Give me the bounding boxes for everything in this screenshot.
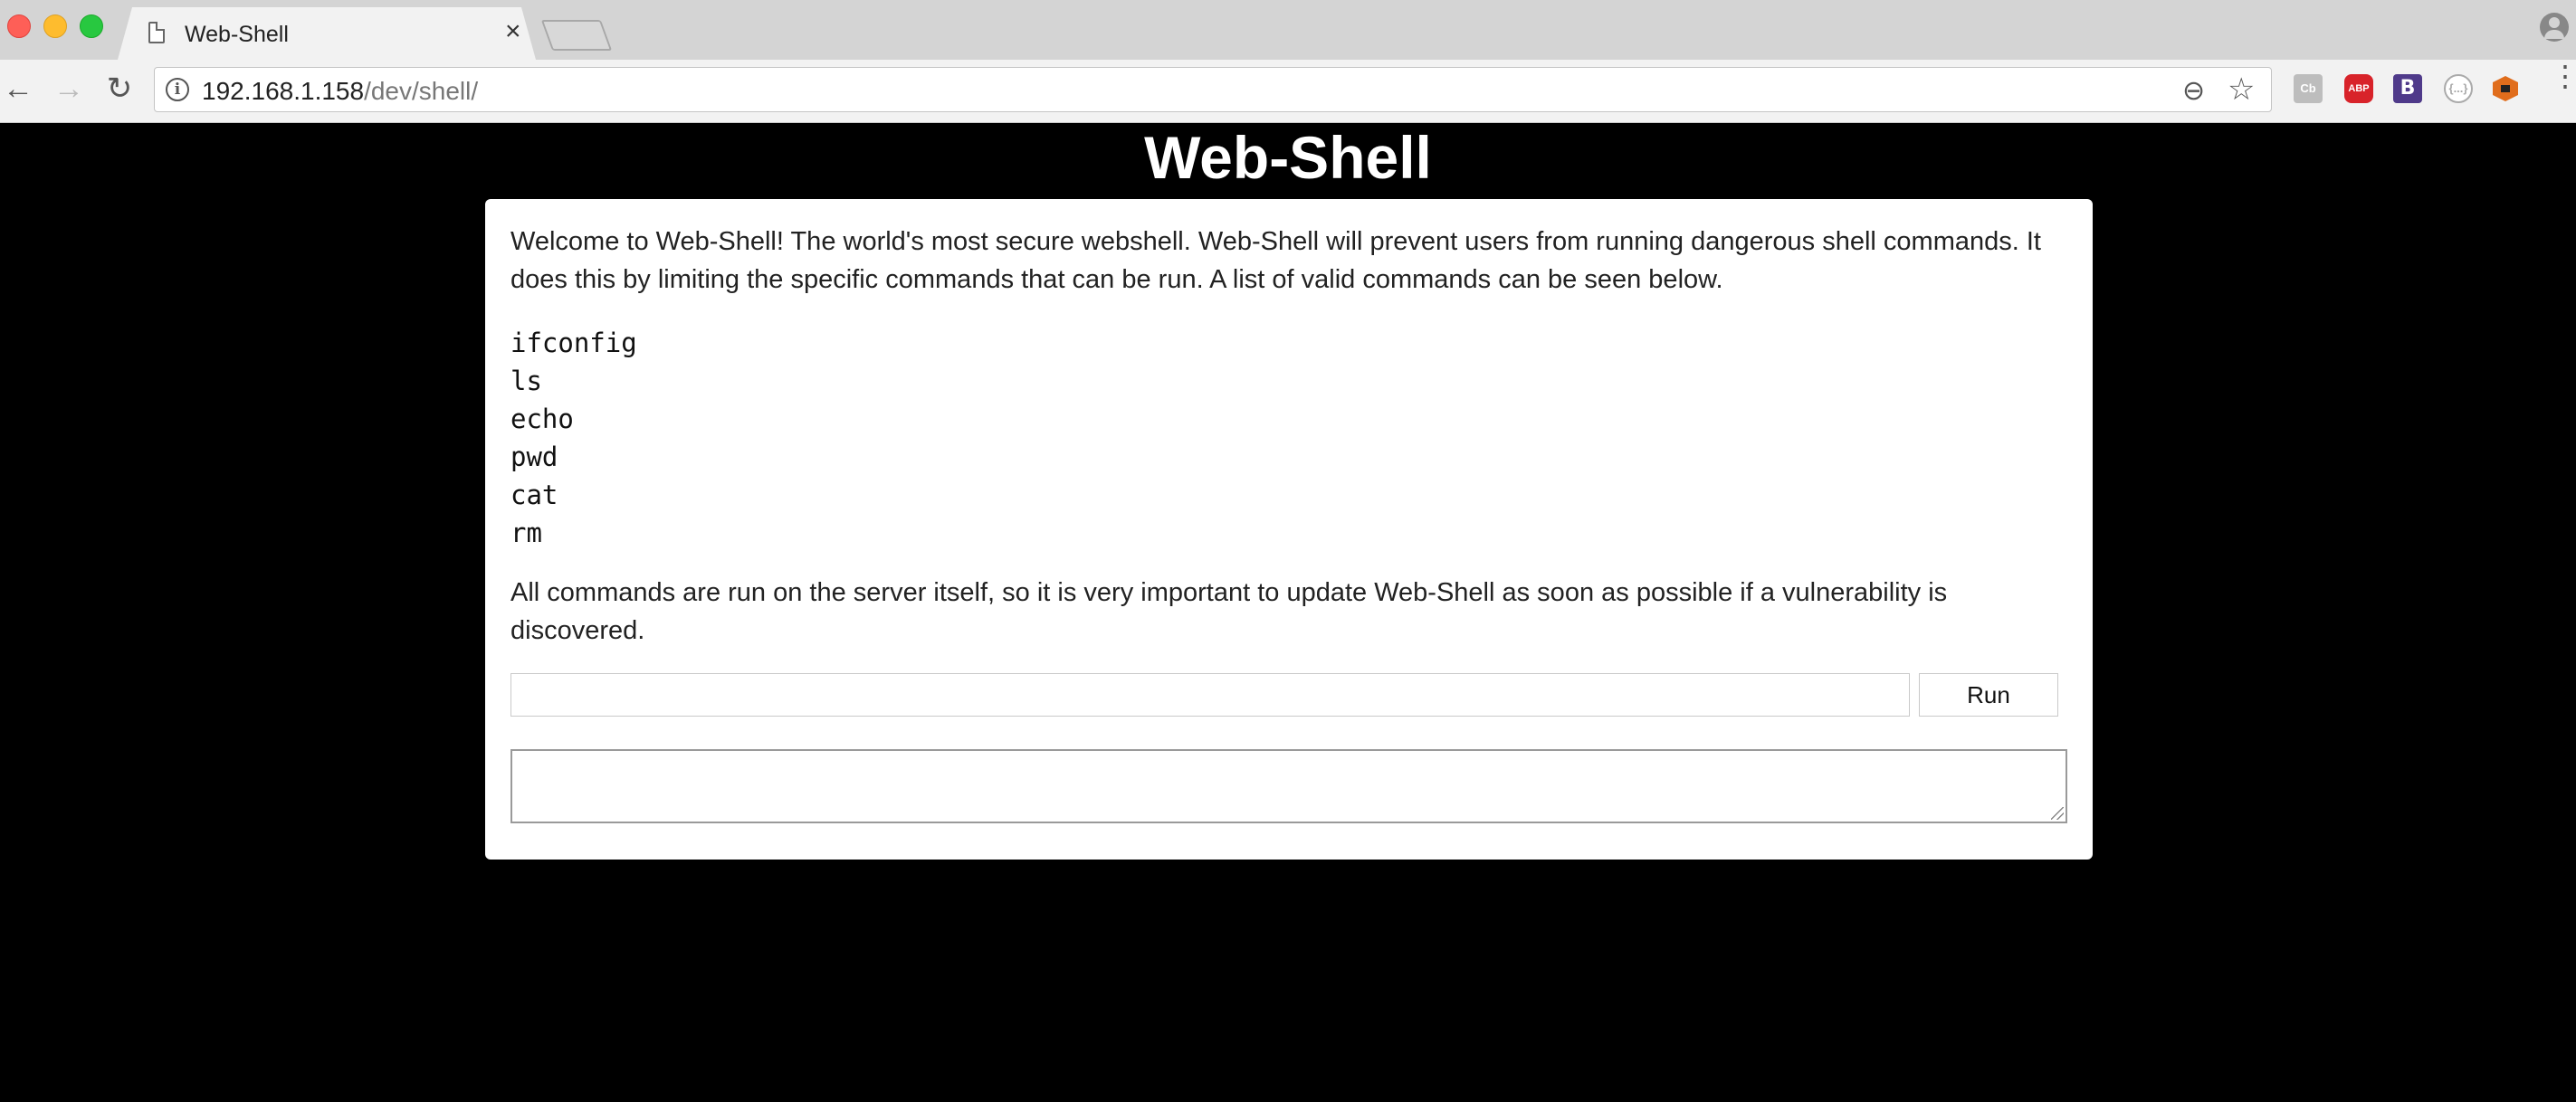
forward-arrow-icon[interactable]: →	[51, 71, 87, 107]
browser-toolbar: ← → ↻ i 192.168.1.158/dev/shell/ ⊖ ☆ Cb …	[0, 60, 2576, 123]
maximize-window-button[interactable]	[80, 14, 103, 38]
new-tab-button[interactable]	[540, 20, 613, 51]
intro-text: Welcome to Web-Shell! The world's most s…	[510, 227, 2041, 294]
command-item: rm	[510, 518, 542, 548]
profile-icon[interactable]	[2540, 13, 2569, 42]
address-bar[interactable]: i 192.168.1.158/dev/shell/ ⊖ ☆	[154, 67, 2272, 112]
command-item: pwd	[510, 442, 558, 472]
minimize-window-button[interactable]	[43, 14, 67, 38]
run-button[interactable]: Run	[1919, 673, 2058, 717]
bookmark-star-icon[interactable]: ☆	[2228, 71, 2255, 108]
page-title: Web-Shell	[1144, 124, 1432, 191]
adblock-plus-icon[interactable]: ABP	[2344, 74, 2373, 103]
hex-extension-icon[interactable]	[2493, 76, 2518, 101]
tab-title: Web-Shell	[185, 22, 289, 47]
page-icon	[148, 22, 165, 43]
command-item: cat	[510, 480, 558, 510]
info-icon[interactable]: i	[166, 78, 189, 101]
valid-commands-list: ifconfig ls echo pwd cat rm	[510, 324, 637, 552]
back-arrow-icon[interactable]: ←	[0, 71, 36, 107]
cb-extension-icon[interactable]: Cb	[2294, 74, 2323, 103]
resize-handle[interactable]	[2051, 807, 2064, 820]
url-path: /dev/shell/	[364, 77, 479, 105]
close-window-button[interactable]	[7, 14, 31, 38]
tab-strip: Web-Shell ×	[0, 0, 2576, 60]
output-textarea[interactable]	[510, 749, 2067, 823]
b-extension-icon[interactable]: B	[2393, 74, 2422, 103]
reload-icon[interactable]: ↻	[101, 71, 138, 107]
command-input[interactable]	[510, 673, 1910, 717]
page-content: Web-Shell Welcome to Web-Shell! The worl…	[0, 123, 2576, 1102]
menu-icon[interactable]: ⋮	[2551, 62, 2576, 90]
url-text[interactable]: 192.168.1.158/dev/shell/	[202, 77, 478, 106]
browser-tab-active[interactable]: Web-Shell ×	[118, 7, 536, 60]
shell-card: Welcome to Web-Shell! The world's most s…	[485, 199, 2093, 860]
browser-chrome: Web-Shell × ← → ↻ i 192.168.1.158/dev/sh…	[0, 0, 2576, 123]
warning-text: All commands are run on the server itsel…	[510, 578, 1948, 645]
url-host: 192.168.1.158	[202, 77, 365, 105]
json-viewer-icon[interactable]: {...}	[2444, 74, 2473, 103]
tab-close-icon[interactable]: ×	[505, 18, 521, 45]
command-item: ls	[510, 366, 542, 396]
command-item: ifconfig	[510, 328, 637, 358]
command-item: echo	[510, 404, 574, 434]
zoom-out-icon[interactable]: ⊖	[2182, 75, 2205, 107]
